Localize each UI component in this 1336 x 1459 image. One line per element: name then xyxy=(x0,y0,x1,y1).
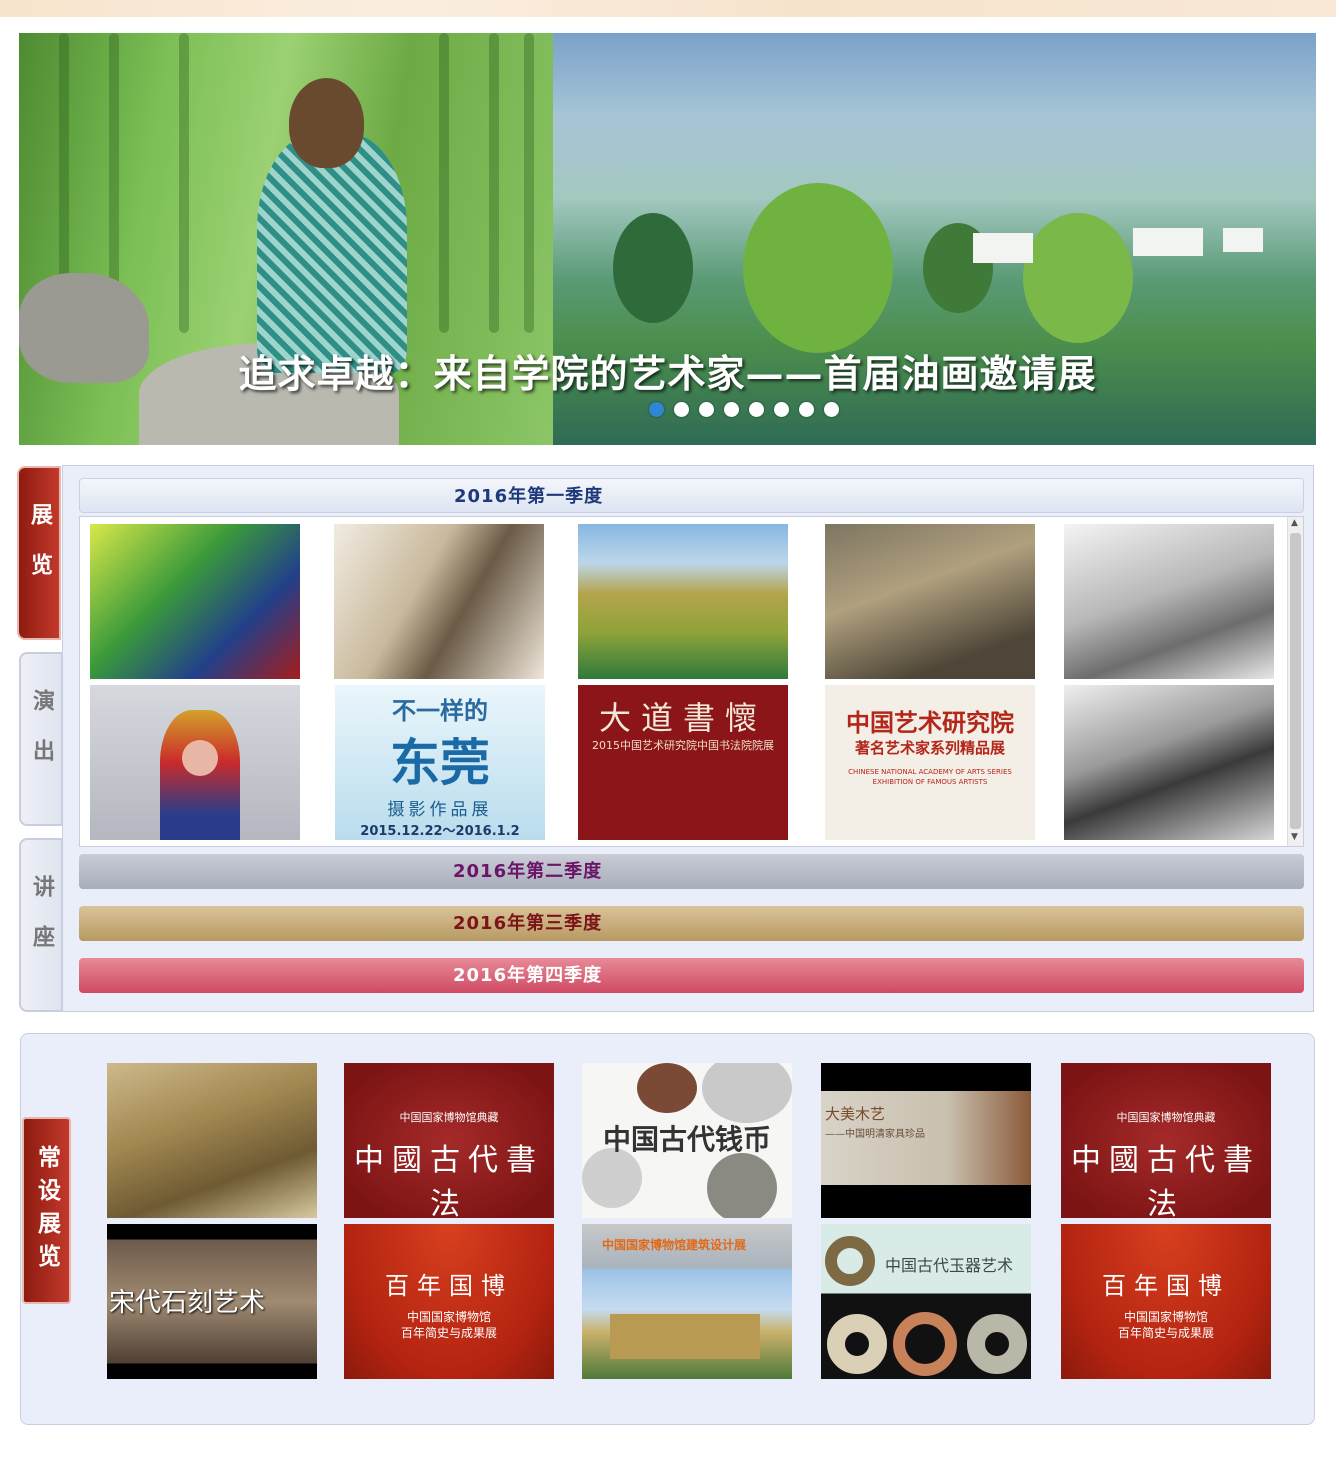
exhibit-thumb-famous-artists[interactable]: 中国艺术研究院 著名艺术家系列精品展 CHINESE NATIONAL ACAD… xyxy=(825,685,1035,840)
permanent-thumb-century-a[interactable]: 百年国博 中国国家博物馆 百年简史与成果展 xyxy=(344,1224,554,1379)
tab-performances[interactable]: 演出 xyxy=(19,652,63,826)
carousel-dot-7[interactable] xyxy=(799,402,814,417)
permanent-thumb-coins[interactable]: 中国古代钱币 xyxy=(582,1063,792,1218)
calligraphy-b-top: 中国国家博物馆典藏 xyxy=(1116,1111,1216,1124)
banner-title[interactable]: 追求卓越：来自学院的艺术家——首届油画邀请展 xyxy=(19,343,1316,398)
century-a-sub2: 百年简史与成果展 xyxy=(400,1326,497,1340)
seated-woman-figure xyxy=(257,133,407,373)
century-a-title: 百年国博 xyxy=(385,1272,513,1300)
dongguan-dates: 2015.12.22～2016.1.2 xyxy=(360,824,520,839)
carousel-dot-6[interactable] xyxy=(774,402,789,417)
permanent-thumb-architecture[interactable]: 中国国家博物馆建筑设计展 xyxy=(582,1224,792,1379)
exhibit-thumb-ink-village[interactable] xyxy=(1064,524,1274,679)
architecture-title: 中国国家博物馆建筑设计展 xyxy=(602,1238,747,1252)
dongguan-line1: 不一样的 xyxy=(392,696,488,725)
scroll-up-icon[interactable]: ▲ xyxy=(1291,518,1298,528)
tab-permanent-label: 常设展览 xyxy=(33,1144,60,1277)
exhibit-thumb-dongguan[interactable]: 不一样的 东莞 摄影作品展 2015.12.22～2016.1.2 xyxy=(335,685,545,840)
permanent-thumb-century-b[interactable]: 百年国博 中国国家博物馆 百年简史与成果展 xyxy=(1061,1224,1271,1379)
century-b-title: 百年国博 xyxy=(1102,1272,1230,1300)
dongguan-line2: 东莞 xyxy=(390,733,490,792)
coins-title: 中国古代钱币 xyxy=(602,1123,771,1156)
carousel-dot-1[interactable] xyxy=(649,402,664,417)
exhibit-thumb-ink-abstract[interactable] xyxy=(1064,685,1274,840)
permanent-thumb-song-stone[interactable]: 宋代石刻艺术 xyxy=(107,1224,317,1379)
tab-exhibitions-label: 展览 xyxy=(27,503,52,603)
season-q1-header[interactable]: 2016年第一季度 xyxy=(79,478,1304,513)
permanent-thumb-qingming-scroll[interactable] xyxy=(107,1063,317,1218)
calligraphy-b-main: 中國古代書法 xyxy=(1071,1143,1261,1218)
calligraphy-institute-title: 大道書懷 xyxy=(598,699,767,737)
famous-artists-subtitle: 著名艺术家系列精品展 xyxy=(854,739,1005,757)
century-b-sub1: 中国国家博物馆 xyxy=(1123,1310,1208,1324)
tab-lectures[interactable]: 讲座 xyxy=(19,838,63,1012)
permanent-thumb-calligraphy-a[interactable]: 中国国家博物馆典藏 中國古代書法 xyxy=(344,1063,554,1218)
century-a-sub1: 中国国家博物馆 xyxy=(406,1310,491,1324)
carousel-dot-5[interactable] xyxy=(749,402,764,417)
calligraphy-institute-subtitle: 2015中国艺术研究院中国书法院院展 xyxy=(592,739,774,752)
calligraphy-a-top: 中国国家博物馆典藏 xyxy=(399,1111,499,1124)
carousel-dot-2[interactable] xyxy=(674,402,689,417)
calligraphy-a-main: 中國古代書法 xyxy=(354,1143,544,1218)
tab-permanent-exhibitions[interactable]: 常设展览 xyxy=(22,1117,71,1304)
scroll-down-icon[interactable]: ▼ xyxy=(1291,832,1298,842)
jade-title: 中国古代玉器艺术 xyxy=(885,1256,1014,1275)
stone-title: 宋代石刻艺术 xyxy=(109,1288,266,1318)
permanent-thumb-furniture[interactable]: 大美木艺 ——中国明清家具珍品 xyxy=(821,1063,1031,1218)
carousel-dot-8[interactable] xyxy=(824,402,839,417)
exhibit-thumb-crowd[interactable] xyxy=(825,524,1035,679)
furniture-title: 大美木艺 xyxy=(825,1105,886,1123)
carousel-dot-3[interactable] xyxy=(699,402,714,417)
exhibit-thumb-gibbons[interactable] xyxy=(334,524,544,679)
famous-artists-english: CHINESE NATIONAL ACADEMY OF ARTS SERIES … xyxy=(848,768,1012,786)
permanent-thumb-calligraphy-b[interactable]: 中国国家博物馆典藏 中國古代書法 xyxy=(1061,1063,1271,1218)
carousel-dot-4[interactable] xyxy=(724,402,739,417)
exhibition-grid-scrollbar[interactable]: ▲ ▼ xyxy=(1287,517,1303,846)
top-strip xyxy=(0,0,1336,17)
hero-banner[interactable]: 追求卓越：来自学院的艺术家——首届油画邀请展 xyxy=(19,33,1316,445)
dongguan-line3: 摄影作品展 xyxy=(387,800,493,820)
tab-exhibitions[interactable]: 展览 xyxy=(17,466,61,640)
furniture-sub: ——中国明清家具珍品 xyxy=(825,1129,925,1140)
season-q3-header[interactable]: 2016年第三季度 xyxy=(79,906,1304,941)
season-q2-header[interactable]: 2016年第二季度 xyxy=(79,854,1304,889)
exhibit-thumb-landscape[interactable] xyxy=(578,524,788,679)
permanent-thumb-jade[interactable]: 中国古代玉器艺术 xyxy=(821,1224,1031,1379)
century-b-sub2: 百年简史与成果展 xyxy=(1117,1326,1214,1340)
famous-artists-title: 中国艺术研究院 xyxy=(846,708,1014,737)
carousel-dots xyxy=(649,402,839,417)
scrollbar-thumb[interactable] xyxy=(1290,533,1301,829)
exhibit-thumb-opera-puppet[interactable] xyxy=(90,685,300,840)
season-q4-header[interactable]: 2016年第四季度 xyxy=(79,958,1304,993)
exhibit-thumb-calligraphy-institute[interactable]: 大道書懷 2015中国艺术研究院中国书法院院展 xyxy=(578,685,788,840)
exhibit-thumb-dancers[interactable] xyxy=(90,524,300,679)
